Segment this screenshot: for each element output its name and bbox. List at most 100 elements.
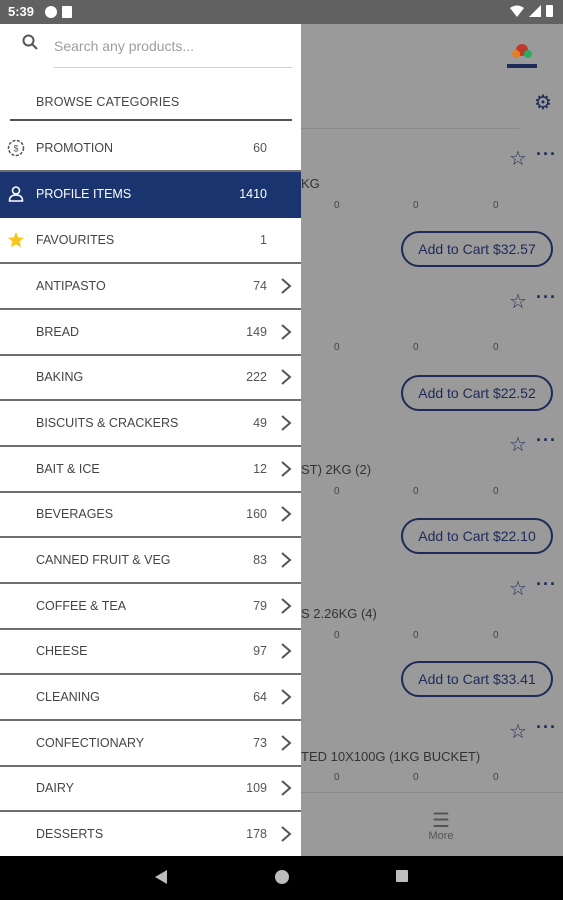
menu-item-count: 1 [260,233,267,247]
home-icon[interactable] [274,869,290,885]
category-label: COFFEE & TEA [36,599,127,613]
menu-item-promotion[interactable]: $ PROMOTION 60 [0,126,301,172]
category-count: 160 [246,507,267,521]
svg-text:$: $ [13,144,18,154]
search-bar[interactable]: Search any products... [0,24,301,68]
category-item[interactable]: BISCUITS & CRACKERS 49 [0,401,301,447]
favourite-star-icon[interactable]: ☆ [509,576,527,601]
menu-icon: ☰ [432,810,450,832]
category-count: 109 [246,781,267,795]
favourite-star-icon[interactable]: ☆ [509,719,527,744]
product-name: S 2.26KG (4) [301,606,377,621]
more-label: More [428,830,454,842]
category-item[interactable]: CLEANING 64 [0,675,301,721]
menu-item-profile-items[interactable]: PROFILE ITEMS 1410 [0,172,301,218]
category-count: 64 [253,690,267,704]
product-name: ST) 2KG (2) [301,462,372,477]
menu-item-label: PROMOTION [36,141,114,155]
chevron-right-icon [281,735,292,751]
more-options-icon[interactable]: ··· [536,717,557,738]
category-item[interactable]: CANNED FRUIT & VEG 83 [0,538,301,584]
category-label: DAIRY [36,781,74,795]
chevron-right-icon [281,506,292,522]
menu-item-favourites[interactable]: FAVOURITES 1 [0,218,301,264]
favourite-star-icon[interactable]: ☆ [509,432,527,457]
add-to-cart-button[interactable]: Add to Cart $22.52 [401,375,553,411]
category-count: 49 [253,416,267,430]
chevron-right-icon [281,598,292,614]
category-count: 222 [246,370,267,384]
product-name: TED 10X100G (1KG BUCKET) [301,749,481,764]
divider [301,128,519,129]
category-label: CONFECTIONARY [36,736,145,750]
settings-gear-icon[interactable]: ⚙ [534,90,552,115]
chevron-right-icon [281,689,292,705]
favourite-star-icon[interactable]: ☆ [509,289,527,314]
promotion-badge-icon: $ [7,139,25,157]
category-count: 73 [253,736,267,750]
category-item[interactable]: BAIT & ICE 12 [0,447,301,493]
add-to-cart-button[interactable]: Add to Cart $33.41 [401,661,553,697]
search-icon [22,34,38,50]
category-count: 74 [253,279,267,293]
category-item[interactable]: BAKING 222 [0,355,301,401]
category-item[interactable]: COFFEE & TEA 79 [0,584,301,630]
menu-item-count: 1410 [239,187,267,201]
recents-icon[interactable] [395,869,409,883]
chevron-right-icon [281,826,292,842]
category-item[interactable]: CHEESE 97 [0,629,301,675]
category-item[interactable]: ANTIPASTO 74 [0,264,301,310]
category-item[interactable]: DAIRY 109 [0,766,301,812]
add-to-cart-button[interactable]: Add to Cart $32.57 [401,231,553,267]
category-label: BAKING [36,370,84,384]
status-system-icons [509,4,555,21]
product-name: KG [301,176,320,191]
search-underline [54,67,292,68]
favourite-star-icon[interactable]: ☆ [509,146,527,171]
category-item[interactable]: CONFECTIONARY 73 [0,721,301,767]
search-input[interactable]: Search any products... [54,38,194,54]
back-icon[interactable] [154,869,168,885]
category-item[interactable]: BREAD 149 [0,310,301,356]
category-drawer: Search any products... BROWSE CATEGORIES… [0,24,301,856]
menu-item-label: FAVOURITES [36,233,115,247]
category-count: 79 [253,599,267,613]
status-notification-icons [44,5,76,22]
divider [10,119,292,121]
menu-item-label: PROFILE ITEMS [36,187,132,201]
chevron-right-icon [281,415,292,431]
menu-item-count: 60 [253,141,267,155]
category-count: 83 [253,553,267,567]
add-to-cart-button[interactable]: Add to Cart $22.10 [401,518,553,554]
status-time: 5:39 [8,4,35,19]
category-label: CLEANING [36,690,100,704]
browse-categories-heading: BROWSE CATEGORIES [36,95,180,109]
category-label: BREAD [36,325,80,339]
status-bar: 5:39 [0,0,563,24]
brand-logo-icon [507,44,537,68]
star-icon [8,232,24,248]
category-count: 12 [253,462,267,476]
more-options-icon[interactable]: ··· [536,430,557,451]
more-options-icon[interactable]: ··· [536,574,557,595]
category-item[interactable]: DESSERTS 178 [0,812,301,856]
category-count: 149 [246,325,267,339]
person-icon [8,186,24,202]
category-label: BAIT & ICE [36,462,100,476]
category-count: 97 [253,644,267,658]
more-options-icon[interactable]: ··· [536,144,557,165]
more-tab[interactable]: ☰ More [426,810,456,842]
category-label: CHEESE [36,644,88,658]
category-label: ANTIPASTO [36,279,106,293]
category-item[interactable]: BEVERAGES 160 [0,492,301,538]
chevron-right-icon [281,552,292,568]
category-label: BEVERAGES [36,507,114,521]
chevron-right-icon [281,278,292,294]
chevron-right-icon [281,369,292,385]
category-label: CANNED FRUIT & VEG [36,553,171,567]
more-options-icon[interactable]: ··· [536,287,557,308]
chevron-right-icon [281,780,292,796]
chevron-right-icon [281,461,292,477]
chevron-right-icon [281,324,292,340]
system-navigation-bar [0,856,563,900]
